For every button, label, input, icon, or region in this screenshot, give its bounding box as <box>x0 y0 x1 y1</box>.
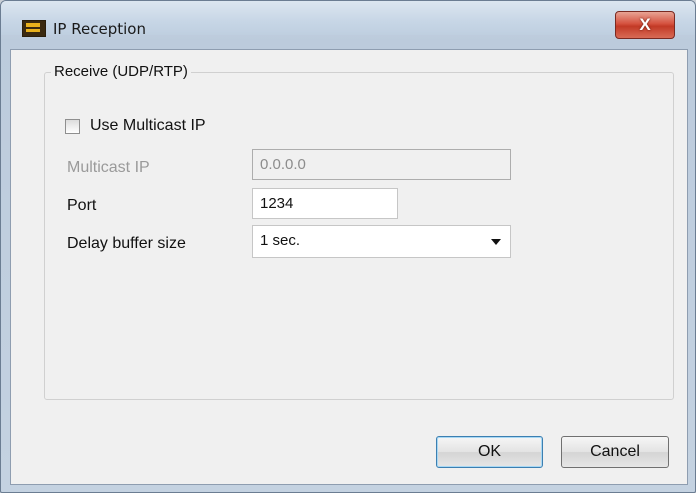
app-logo-icon <box>22 20 46 37</box>
title-bar[interactable]: IP Reception X <box>1 1 695 39</box>
receive-groupbox: Receive (UDP/RTP) Use Multicast IP Multi… <box>44 63 674 400</box>
use-multicast-label[interactable]: Use Multicast IP <box>90 117 206 135</box>
cancel-button[interactable]: Cancel <box>561 436 669 468</box>
use-multicast-row[interactable]: Use Multicast IP <box>65 117 206 135</box>
chevron-down-icon[interactable] <box>491 239 501 245</box>
port-label: Port <box>67 197 97 214</box>
delay-buffer-label: Delay buffer size <box>67 235 186 252</box>
groupbox-title: Receive (UDP/RTP) <box>51 63 191 80</box>
dialog-body: Receive (UDP/RTP) Use Multicast IP Multi… <box>10 49 688 485</box>
use-multicast-checkbox[interactable] <box>65 118 80 134</box>
multicast-ip-label: Multicast IP <box>67 159 150 176</box>
ok-button[interactable]: OK <box>436 436 543 468</box>
window-title: IP Reception <box>53 20 146 38</box>
delay-buffer-value: 1 sec. <box>260 232 301 249</box>
delay-buffer-select[interactable]: 1 sec. <box>252 225 511 258</box>
dialog-window: IP Reception X Receive (UDP/RTP) Use Mul… <box>0 0 696 493</box>
port-field[interactable]: 1234 <box>252 188 398 219</box>
multicast-ip-field: 0.0.0.0 <box>252 149 511 180</box>
close-button[interactable]: X <box>615 11 675 39</box>
